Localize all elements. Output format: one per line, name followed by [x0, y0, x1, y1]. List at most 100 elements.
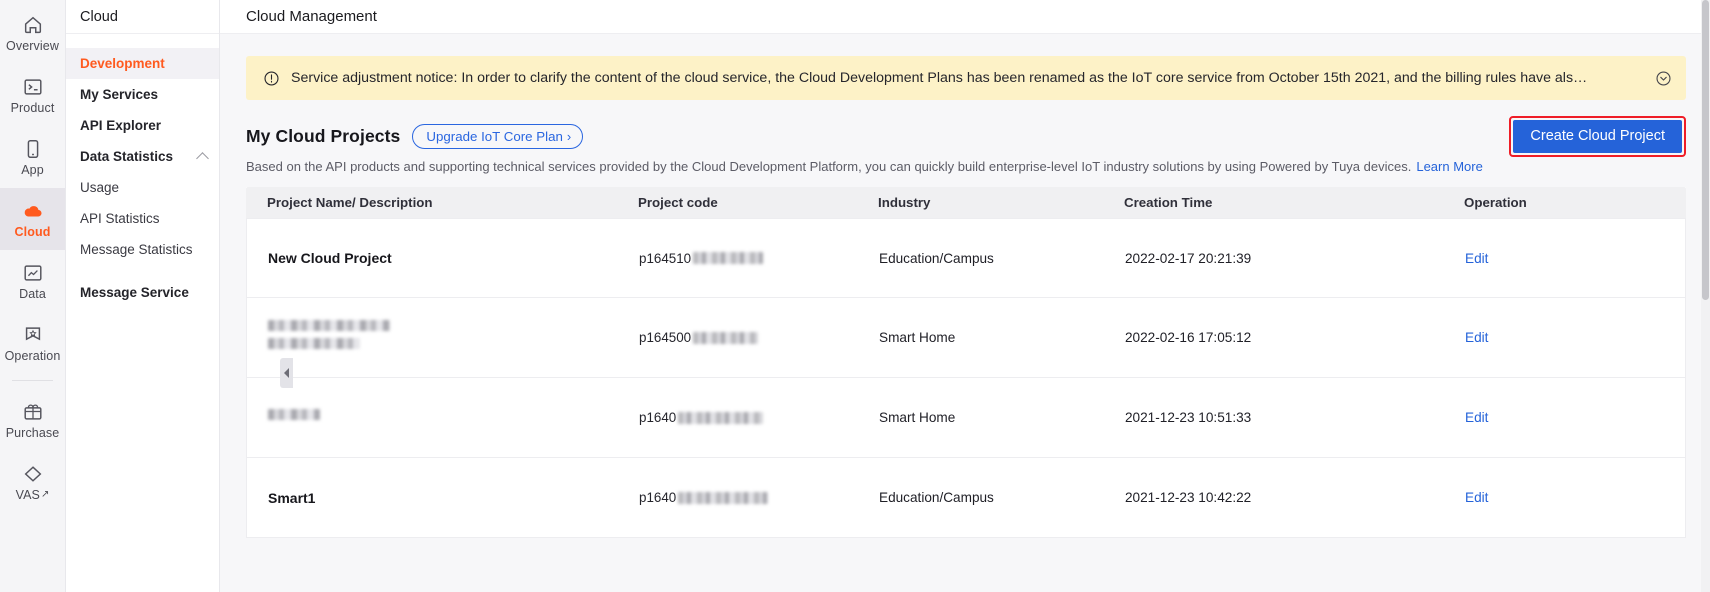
info-circle-icon [264, 70, 279, 86]
cloud-projects-table: Project Name/ Description Project code I… [246, 187, 1686, 538]
chart-icon [23, 264, 42, 281]
secondary-sidebar: Cloud Development My Services API Explor… [66, 0, 293, 592]
column-header-industry: Industry [878, 195, 931, 210]
cell-industry: Education/Campus [879, 250, 994, 266]
rail-item-app[interactable]: App [0, 126, 65, 188]
sidebar-title: Cloud [66, 0, 219, 34]
learn-more-link[interactable]: Learn More [1416, 159, 1482, 174]
rail-label-overview: Overview [6, 38, 59, 53]
redacted-project-code [693, 252, 764, 264]
cell-project-name: Smart1 [247, 490, 639, 506]
sidebar-item-message-service[interactable]: Message Service [66, 277, 219, 308]
cell-operation: Edit [1465, 490, 1685, 505]
cloud-icon [24, 205, 42, 217]
column-header-creation-time: Creation Time [1124, 195, 1213, 210]
rail-label-vas-text: VAS [15, 487, 40, 502]
redacted-project-code [678, 411, 764, 424]
rail-item-product[interactable]: Product [0, 64, 65, 126]
sidebar-item-api-explorer[interactable]: API Explorer [66, 110, 219, 141]
projects-heading: My Cloud Projects [246, 125, 401, 146]
rail-item-overview[interactable]: Overview [0, 2, 65, 64]
project-code-text: p1640 [639, 490, 769, 505]
content-area: Service adjustment notice: In order to c… [220, 34, 1710, 592]
chevron-down-circle-icon[interactable] [1655, 70, 1672, 87]
cell-creation-time: 2021-12-23 10:42:22 [1125, 490, 1252, 505]
sidebar-item-message-statistics[interactable]: Message Statistics [66, 234, 219, 265]
upgrade-iot-core-plan-button[interactable]: Upgrade IoT Core Plan › [412, 123, 584, 149]
edit-link[interactable]: Edit [1465, 490, 1488, 505]
sidebar-item-api-statistics[interactable]: API Statistics [66, 203, 219, 234]
cell-operation: Edit [1465, 410, 1685, 425]
redacted-project-name [268, 408, 320, 420]
sidebar-item-usage[interactable]: Usage [66, 172, 219, 203]
sidebar-item-data-statistics[interactable]: Data Statistics [66, 141, 219, 172]
edit-link[interactable]: Edit [1465, 330, 1488, 345]
cell-creation-time: 2022-02-16 17:05:12 [1125, 330, 1252, 345]
sidebar-label-message-statistics: Message Statistics [80, 242, 193, 257]
sidebar-label-usage: Usage [80, 180, 120, 195]
rail-divider [12, 380, 53, 381]
cell-project-name [247, 319, 639, 356]
diamond-icon [24, 465, 41, 482]
sidebar-collapse-handle[interactable] [280, 358, 293, 388]
cell-industry: Smart Home [879, 410, 956, 425]
rail-label-cloud: Cloud [14, 224, 51, 239]
rail-item-cloud[interactable]: Cloud [0, 188, 65, 250]
redacted-project-code [678, 491, 769, 504]
sidebar-label-api-explorer: API Explorer [80, 118, 162, 133]
projects-description: Based on the API products and supporting… [246, 159, 1686, 174]
cell-project-name: New Cloud Project [247, 250, 639, 266]
chevron-left-icon [284, 368, 289, 378]
sidebar-item-development[interactable]: Development [66, 48, 219, 79]
cell-creation-time: 2022-02-17 20:21:39 [1125, 250, 1252, 266]
table-header-row: Project Name/ Description Project code I… [246, 187, 1686, 218]
project-name-text: New Cloud Project [268, 250, 392, 266]
main-content: Cloud Management Service adjustment noti… [220, 0, 1710, 592]
project-code-text: p164500 [639, 330, 759, 345]
external-link-icon: ↗ [40, 488, 50, 500]
table-body: New Cloud Project p164510 Education/Campus… [246, 218, 1686, 538]
upgrade-label: Upgrade IoT Core Plan [426, 128, 563, 144]
edit-link[interactable]: Edit [1465, 410, 1488, 425]
rail-label-app: App [21, 162, 44, 177]
page-scrollbar[interactable] [1701, 0, 1710, 592]
table-row: New Cloud Project p164510 Education/Campus… [246, 218, 1686, 298]
chevron-up-icon[interactable] [196, 151, 209, 165]
chevron-right-icon: › [566, 128, 572, 144]
cell-project-code: p164500 [639, 330, 879, 345]
rail-label-purchase: Purchase [5, 425, 60, 440]
sidebar-label-message-service: Message Service [80, 285, 189, 300]
sidebar-menu: Development My Services API Explorer Dat… [66, 34, 219, 308]
edit-link[interactable]: Edit [1465, 251, 1488, 266]
rail-item-operation[interactable]: Operation [0, 312, 65, 374]
rail-item-vas[interactable]: VAS ↗ [0, 451, 65, 513]
create-cloud-project-button[interactable]: Create Cloud Project [1513, 119, 1682, 153]
scrollbar-thumb[interactable] [1702, 0, 1709, 300]
rail-item-purchase[interactable]: Purchase [0, 389, 65, 451]
rail-label-operation: Operation [4, 348, 61, 363]
column-header-operation: Operation [1464, 195, 1527, 210]
sidebar-label-data-statistics: Data Statistics [80, 149, 174, 164]
table-row: p1640 Smart Home 2021-12-23 10:51:33 Edit [246, 378, 1686, 458]
service-notice-banner: Service adjustment notice: In order to c… [246, 56, 1686, 100]
home-icon [24, 16, 41, 33]
badge-star-icon [25, 326, 40, 340]
rail-item-data[interactable]: Data [0, 250, 65, 312]
column-header-project-code: Project code [638, 195, 718, 210]
cell-project-code: p1640 [639, 490, 879, 505]
table-row: p164500 Smart Home 2022-02-16 17:05:12 Edit [246, 298, 1686, 378]
cell-project-code: p164510 [639, 251, 879, 266]
phone-icon [27, 139, 38, 158]
rail-label-product: Product [10, 100, 55, 115]
sidebar-label-api-statistics: API Statistics [80, 211, 160, 226]
cell-industry: Smart Home [879, 330, 956, 345]
cell-project-name [247, 408, 639, 427]
column-header-project-name: Project Name/ Description [267, 195, 433, 210]
page-title: Cloud Management [220, 0, 1710, 34]
sidebar-item-my-services[interactable]: My Services [66, 79, 219, 110]
redacted-project-name [268, 319, 390, 331]
sidebar-label-my-services: My Services [80, 87, 159, 102]
project-name-text: Smart1 [268, 489, 316, 506]
cell-industry: Education/Campus [879, 490, 994, 505]
